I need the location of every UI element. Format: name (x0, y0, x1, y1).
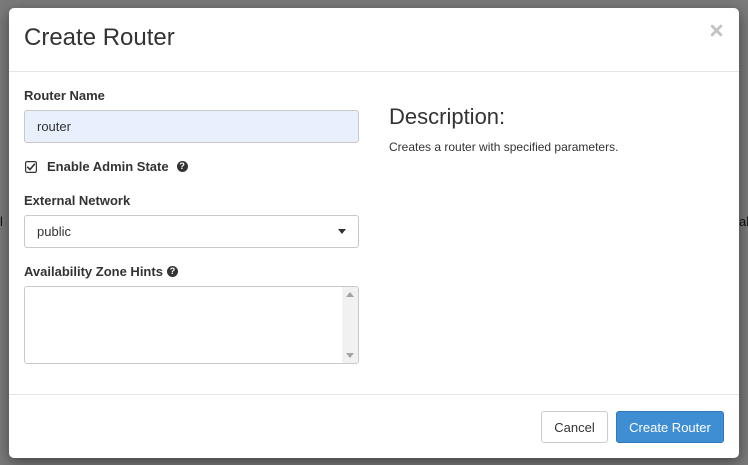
cancel-button[interactable]: Cancel (541, 411, 608, 443)
scrollbar[interactable] (342, 287, 358, 363)
availability-zone-field (24, 286, 359, 364)
availability-zone-label-row: Availability Zone Hints ? (24, 264, 178, 279)
availability-zone-textarea[interactable] (25, 287, 341, 363)
external-network-label: External Network (24, 193, 131, 208)
description-title: Description: (389, 104, 506, 129)
create-router-modal: Create Router Router Name Enable Admin S… (9, 8, 739, 458)
close-icon (710, 24, 722, 36)
create-router-button[interactable]: Create Router (616, 411, 724, 443)
external-network-select[interactable]: public (24, 215, 359, 248)
modal-header: Create Router (9, 8, 739, 72)
caret-down-icon (338, 229, 346, 234)
router-name-input[interactable] (24, 110, 359, 143)
close-button[interactable] (705, 18, 727, 42)
scroll-up-icon[interactable] (346, 292, 354, 297)
admin-state-row: Enable Admin State ? (25, 159, 188, 174)
modal-title: Create Router (24, 24, 175, 51)
scroll-down-icon[interactable] (346, 353, 354, 358)
modal-footer: Cancel Create Router (9, 394, 739, 458)
backdrop-text-right: al (739, 214, 748, 229)
help-icon[interactable]: ? (176, 161, 188, 172)
router-name-label: Router Name (24, 88, 105, 103)
availability-zone-label: Availability Zone Hints (24, 264, 163, 279)
admin-state-label[interactable]: Enable Admin State (47, 159, 169, 174)
backdrop-text-left: l (0, 214, 3, 229)
description-text: Creates a router with specified paramete… (389, 140, 619, 154)
checkbox-checked-icon[interactable] (25, 160, 37, 173)
external-network-value: public (37, 224, 71, 239)
help-icon[interactable]: ? (166, 266, 178, 277)
